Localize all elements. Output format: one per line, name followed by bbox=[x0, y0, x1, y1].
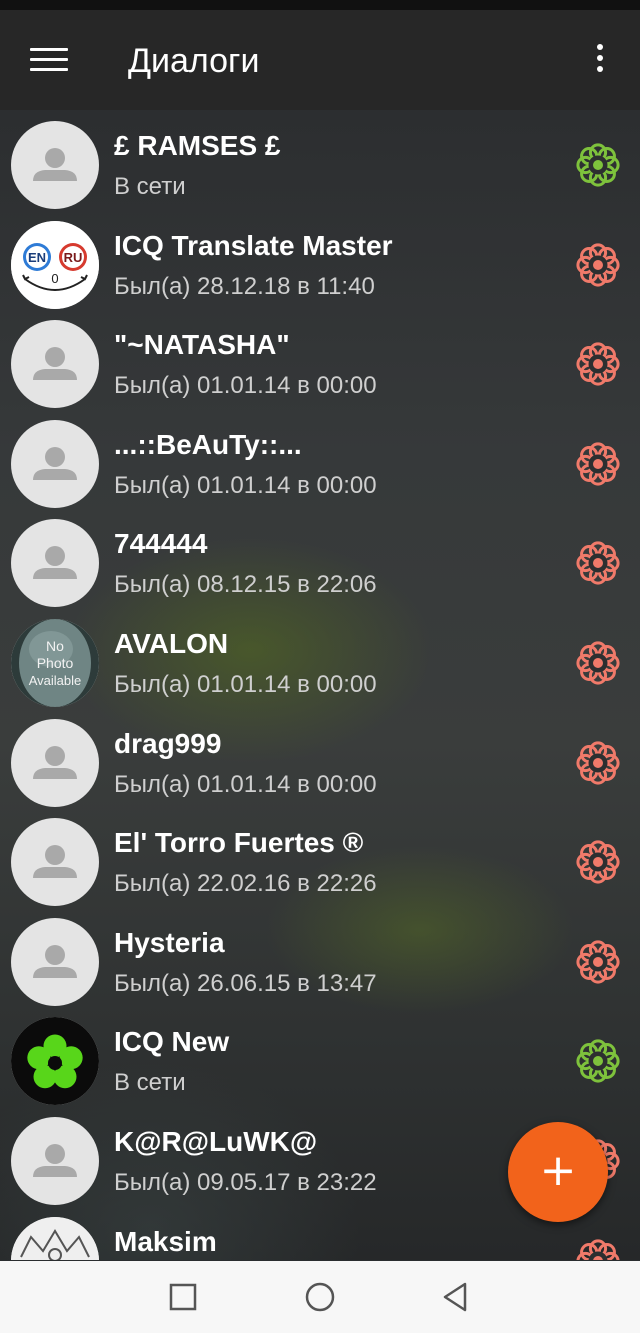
add-icon: + bbox=[539, 1145, 577, 1196]
contact-name: Maksim bbox=[114, 1225, 217, 1257]
dialog-row[interactable]: "~NATASHA" Был(а) 01.01.14 в 00:00 bbox=[0, 309, 640, 409]
offline-flower-icon bbox=[576, 940, 620, 984]
dialog-row[interactable]: £ RAMSES £ В сети bbox=[0, 110, 640, 210]
dialog-row[interactable]: EN RU 0 ICQ Translate Master Был(а) 28.12.18… bbox=[0, 210, 640, 310]
hamburger-menu-icon[interactable] bbox=[30, 48, 68, 78]
contact-status: Был(а) 01.01.14 в 00:00 bbox=[114, 671, 377, 698]
dialog-row[interactable]: ICQ New В сети bbox=[0, 1006, 640, 1106]
avatar bbox=[11, 917, 99, 1006]
offline-flower-icon bbox=[576, 541, 620, 585]
dialog-row[interactable]: 744444 Был(а) 08.12.15 в 22:06 bbox=[0, 508, 640, 608]
avatar bbox=[11, 519, 99, 608]
contact-status: Был(а) 08.12.15 в 22:06 bbox=[114, 571, 377, 599]
status-bar bbox=[0, 0, 640, 10]
offline-flower-icon bbox=[576, 641, 620, 685]
contact-name: 744444 bbox=[114, 528, 208, 560]
offline-flower-icon bbox=[576, 740, 620, 785]
avatar bbox=[11, 1117, 99, 1205]
back-triangle-icon[interactable] bbox=[437, 1279, 473, 1315]
offline-flower-icon bbox=[576, 1238, 620, 1260]
contact-status: В сети bbox=[114, 1069, 186, 1097]
avatar-label-ru: RU bbox=[64, 250, 83, 265]
dialog-list[interactable]: £ RAMSES £ В сети EN RU 0 ICQ Translate Maste… bbox=[0, 110, 640, 1260]
page-title: Диалоги bbox=[128, 42, 260, 80]
more-vertical-icon[interactable] bbox=[590, 44, 610, 80]
contact-name: ICQ New bbox=[114, 1026, 230, 1058]
contact-status: Был(а) 28.12.18 в 11:40 bbox=[114, 272, 375, 300]
avatar: EN RU 0 bbox=[11, 220, 99, 309]
avatar-label-en: EN bbox=[28, 250, 46, 265]
app-bar: Диалоги bbox=[0, 10, 640, 110]
dialog-row[interactable]: El' Torro Fuertes ® Был(а) 22.02.16 в 22:… bbox=[0, 807, 640, 907]
contact-status: Был(а) 01.01.14 в 00:00 bbox=[114, 770, 377, 798]
contact-status: Был(а) 22.02.16 в 22:26 bbox=[114, 870, 377, 898]
offline-flower-icon bbox=[576, 442, 620, 486]
recents-square-icon[interactable] bbox=[165, 1279, 201, 1315]
contact-name: £ RAMSES £ bbox=[114, 130, 281, 161]
avatar-label-available: Available bbox=[29, 673, 82, 688]
avatar-label-no: No bbox=[46, 638, 64, 654]
avatar-label-zero: 0 bbox=[51, 271, 58, 286]
home-circle-icon[interactable] bbox=[302, 1279, 338, 1315]
dialog-row[interactable]: No Photo Available AVALON Был(а) 01.01.14 в … bbox=[0, 608, 640, 708]
avatar bbox=[11, 121, 99, 209]
avatar bbox=[11, 818, 99, 907]
avatar bbox=[11, 1017, 99, 1106]
contact-name: "~NATASHA" bbox=[114, 329, 290, 361]
contact-status: Был(а) 01.01.14 в 00:00 bbox=[114, 372, 377, 400]
offline-flower-icon bbox=[576, 840, 620, 884]
system-nav-bar bbox=[0, 1261, 640, 1333]
dialog-row[interactable]: Hysteria Был(а) 26.06.15 в 13:47 bbox=[0, 907, 640, 1007]
online-flower-icon bbox=[576, 143, 620, 187]
contact-status: В сети bbox=[114, 173, 186, 200]
online-flower-icon bbox=[576, 1039, 620, 1083]
offline-flower-icon bbox=[576, 342, 620, 386]
contact-name: ...::BeAuTy::... bbox=[114, 428, 302, 460]
contact-name: AVALON bbox=[114, 628, 229, 659]
dialog-row[interactable]: drag999 Был(а) 01.01.14 в 00:00 bbox=[0, 708, 640, 808]
add-dialog-button[interactable]: + bbox=[508, 1122, 608, 1222]
offline-flower-icon bbox=[576, 242, 620, 287]
avatar-label-photo: Photo bbox=[37, 655, 74, 671]
avatar bbox=[11, 419, 99, 508]
contact-name: K@R@LuWK@ bbox=[114, 1126, 318, 1157]
contact-name: drag999 bbox=[114, 727, 222, 759]
contact-name: ICQ Translate Master bbox=[114, 229, 393, 261]
dialog-row[interactable]: ...::BeAuTy::...Был(а) 01.01.14 в 00:00 bbox=[0, 409, 640, 509]
contact-name: Hysteria bbox=[114, 926, 225, 958]
avatar bbox=[11, 1216, 99, 1260]
avatar bbox=[11, 718, 99, 807]
contact-status: Был(а) 26.06.15 в 13:47 bbox=[114, 969, 377, 997]
contact-status: Был(а) 01.01.14 в 00:00 bbox=[114, 471, 377, 499]
avatar: No Photo Available bbox=[11, 619, 99, 707]
avatar bbox=[11, 320, 99, 409]
contact-name: El' Torro Fuertes ® bbox=[114, 827, 364, 859]
contact-status: Был(а) 09.05.17 в 23:22 bbox=[114, 1169, 377, 1196]
